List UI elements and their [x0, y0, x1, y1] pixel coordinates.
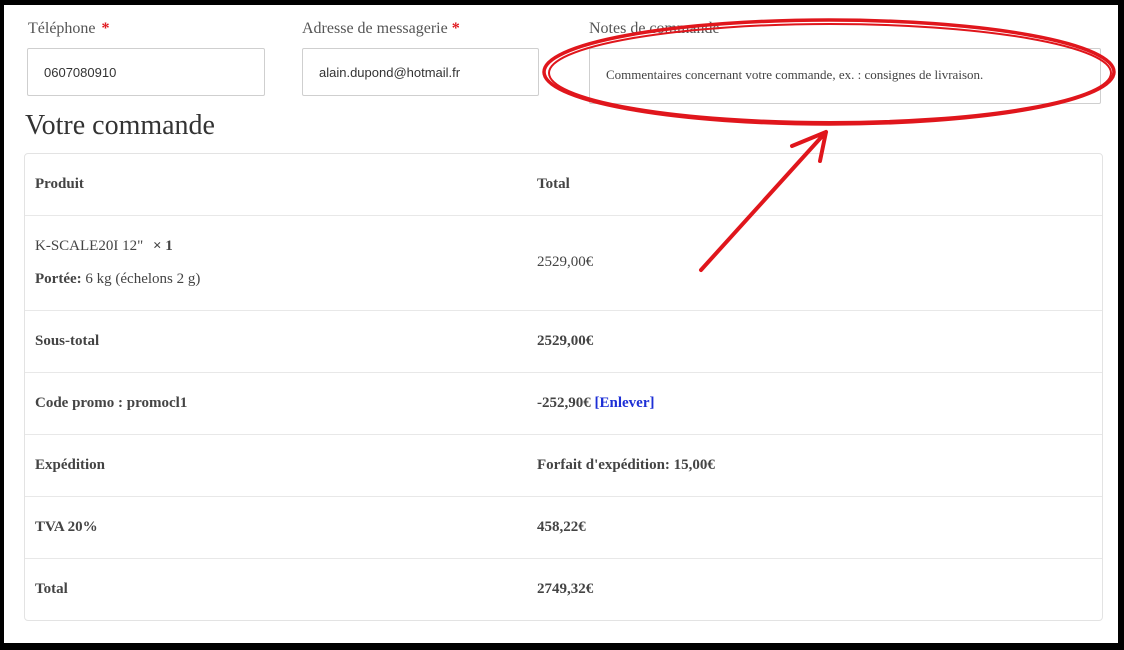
item-meta-line: Portée: 6 kg (échelons 2 g)	[35, 271, 200, 288]
coupon-value: -252,90€	[537, 395, 591, 411]
email-label: Adresse de messagerie *	[302, 20, 460, 38]
tax-row: TVA 20% 458,22€	[25, 497, 1102, 559]
order-notes-textarea[interactable]	[589, 48, 1101, 104]
email-required-mark: *	[451, 20, 460, 37]
email-input[interactable]	[302, 48, 539, 96]
phone-label: Téléphone *	[28, 20, 110, 38]
email-label-text: Adresse de messagerie	[302, 20, 448, 37]
order-review-table: Produit Total K-SCALE20I 12" × 1 Portée:…	[24, 153, 1103, 621]
item-total: 2529,00€	[537, 254, 594, 270]
subtotal-value: 2529,00€	[537, 333, 594, 349]
coupon-value-line: -252,90€ [Enlever]	[537, 395, 654, 412]
shipping-label: Expédition	[35, 457, 106, 473]
item-name-line: K-SCALE20I 12" × 1	[35, 238, 173, 255]
coupon-label: Code promo : promocl1	[35, 395, 188, 411]
item-name: K-SCALE20I 12"	[35, 238, 144, 254]
header-product: Produit	[35, 176, 84, 192]
shipping-row: Expédition Forfait d'expédition: 15,00€	[25, 435, 1102, 497]
item-meta-label: Portée:	[35, 271, 82, 287]
table-row: K-SCALE20I 12" × 1 Portée: 6 kg (échelon…	[25, 216, 1102, 311]
notes-label-text: Notes de commande	[589, 20, 720, 37]
phone-label-text: Téléphone	[28, 20, 96, 37]
order-section-title: Votre commande	[25, 110, 215, 141]
grand-total-label: Total	[35, 581, 68, 597]
coupon-row: Code promo : promocl1 -252,90€ [Enlever]	[25, 373, 1102, 435]
notes-label: Notes de commande	[589, 20, 720, 38]
header-total: Total	[537, 176, 570, 192]
remove-coupon-link[interactable]: [Enlever]	[595, 395, 655, 411]
item-meta-value: 6 kg (échelons 2 g)	[85, 271, 201, 287]
tax-value: 458,22€	[537, 519, 586, 535]
phone-required-mark: *	[101, 20, 110, 37]
subtotal-label: Sous-total	[35, 333, 100, 349]
grand-total-value: 2749,32€	[537, 581, 594, 597]
phone-input[interactable]	[27, 48, 265, 96]
shipping-value: Forfait d'expédition: 15,00€	[537, 457, 715, 473]
item-quantity: × 1	[152, 238, 173, 254]
table-header-row: Produit Total	[25, 154, 1102, 216]
subtotal-row: Sous-total 2529,00€	[25, 311, 1102, 373]
grand-total-row: Total 2749,32€	[25, 559, 1102, 621]
tax-label: TVA 20%	[35, 519, 98, 535]
